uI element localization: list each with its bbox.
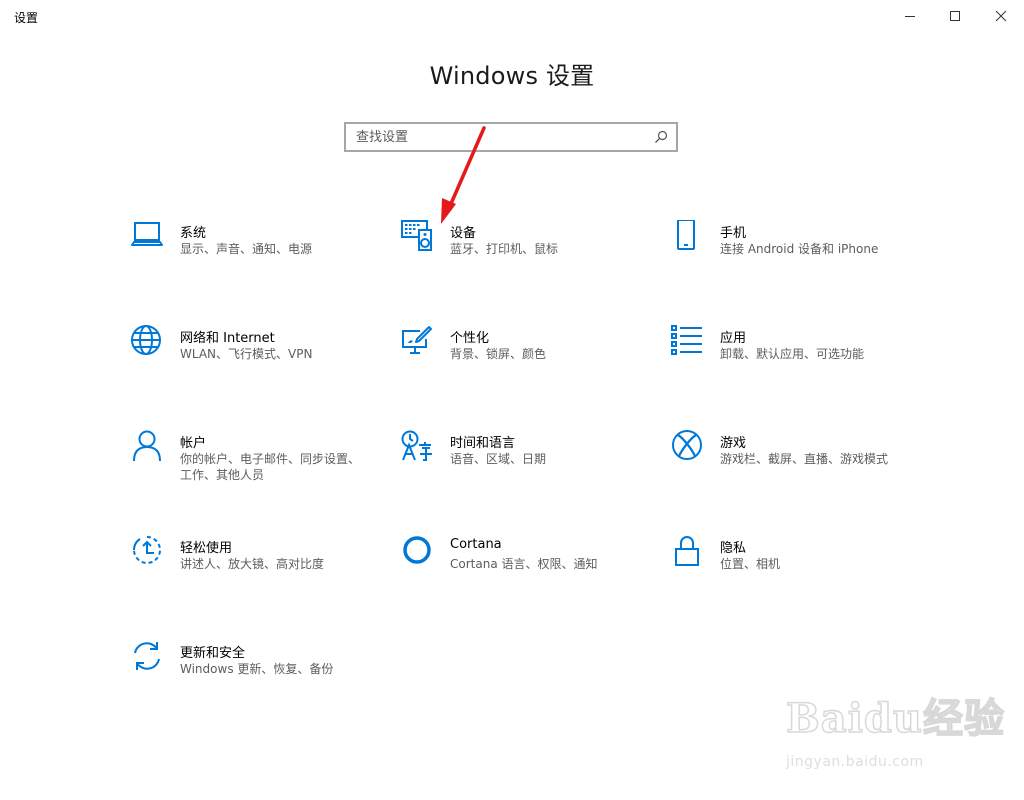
minimize-button[interactable]: [887, 0, 933, 32]
category-title: 网络和 Internet: [180, 331, 275, 346]
time-language-icon: [401, 430, 432, 461]
close-button[interactable]: [978, 0, 1024, 32]
category-gaming[interactable]: 游戏 游戏栏、截屏、直播、游戏模式: [670, 430, 910, 502]
category-title: 隐私: [720, 541, 747, 556]
search-input[interactable]: [346, 124, 646, 150]
search-box[interactable]: [344, 122, 678, 152]
minimize-icon: [905, 16, 915, 17]
person-icon: [133, 430, 161, 462]
category-title: 个性化: [450, 331, 490, 346]
category-description: 背景、锁屏、颜色: [450, 347, 547, 361]
category-description: 语音、区域、日期: [450, 452, 547, 466]
maximize-icon: [950, 11, 960, 21]
category-privacy[interactable]: 隐私 位置、相机: [670, 535, 910, 607]
category-accounts[interactable]: 帐户 你的帐户、电子邮件、同步设置、工作、其他人员: [130, 430, 370, 502]
category-title: 应用: [720, 331, 747, 346]
phone-icon: [677, 220, 695, 250]
close-icon: [995, 10, 1007, 22]
app-list-icon: [671, 325, 702, 355]
title-bar: 设置: [0, 0, 1024, 32]
watermark-logo: Baidu经验: [785, 694, 1005, 743]
category-description: 蓝牙、打印机、鼠标: [450, 242, 559, 256]
category-description: 位置、相机: [720, 557, 781, 571]
category-description: 你的帐户、电子邮件、同步设置、工作、其他人员: [180, 452, 361, 482]
category-title: 轻松使用: [180, 541, 233, 556]
category-title: 更新和安全: [180, 646, 246, 661]
category-description: 卸载、默认应用、可选功能: [720, 347, 865, 361]
category-title: 设备: [450, 226, 477, 241]
baidu-watermark: Baidu经验 jingyan.baidu.com: [785, 686, 1004, 786]
category-description: WLAN、飞行模式、VPN: [180, 347, 313, 361]
category-description: 讲述人、放大镜、高对比度: [180, 557, 325, 571]
sync-arrows-icon: [134, 642, 160, 670]
lock-icon: [675, 536, 699, 566]
category-network[interactable]: 网络和 Internet WLAN、飞行模式、VPN: [130, 325, 370, 397]
cortana-ring-icon: [403, 536, 431, 564]
maximize-button[interactable]: [932, 0, 978, 32]
xbox-icon: [672, 430, 702, 460]
category-description: Cortana 语言、权限、通知: [450, 557, 598, 571]
settings-window: 设置 Windows 设置 查找设置 系统 显示、声音、通知、电源 设备 蓝牙、…: [0, 0, 1024, 800]
category-phone[interactable]: 手机 连接 Android 设备和 iPhone: [670, 220, 910, 292]
category-title: 系统: [180, 226, 207, 241]
keyboard-speaker-icon: [401, 220, 432, 251]
category-title: 手机: [720, 226, 747, 241]
watermark-url: jingyan.baidu.com: [786, 754, 924, 770]
category-description: 显示、声音、通知、电源: [180, 242, 313, 256]
category-description: 连接 Android 设备和 iPhone: [720, 242, 879, 256]
category-description: Windows 更新、恢复、备份: [180, 662, 334, 676]
category-update-security[interactable]: 更新和安全 Windows 更新、恢复、备份: [130, 640, 370, 712]
category-time-language[interactable]: 时间和语言 语音、区域、日期: [400, 430, 640, 502]
category-apps[interactable]: 应用 卸载、默认应用、可选功能: [670, 325, 910, 397]
page-title: Windows 设置: [429, 62, 595, 90]
globe-icon: [131, 325, 161, 355]
category-title: Cortana: [450, 537, 502, 552]
category-devices[interactable]: 设备 蓝牙、打印机、鼠标: [400, 220, 640, 292]
category-ease-of-access[interactable]: 轻松使用 讲述人、放大镜、高对比度: [130, 535, 370, 607]
category-cortana[interactable]: Cortana Cortana 语言、权限、通知: [400, 535, 640, 607]
window-title: 设置: [14, 11, 39, 25]
search-icon[interactable]: [654, 130, 668, 144]
category-system[interactable]: 系统 显示、声音、通知、电源: [130, 220, 370, 292]
category-description: 游戏栏、截屏、直播、游戏模式: [720, 452, 889, 466]
category-title: 时间和语言: [450, 436, 516, 451]
category-title: 帐户: [180, 436, 207, 451]
category-title: 游戏: [720, 436, 747, 451]
laptop-icon: [131, 222, 163, 246]
paint-brush-icon: [402, 326, 432, 354]
ease-of-access-icon: [132, 536, 161, 564]
category-personalization[interactable]: 个性化 背景、锁屏、颜色: [400, 325, 640, 397]
